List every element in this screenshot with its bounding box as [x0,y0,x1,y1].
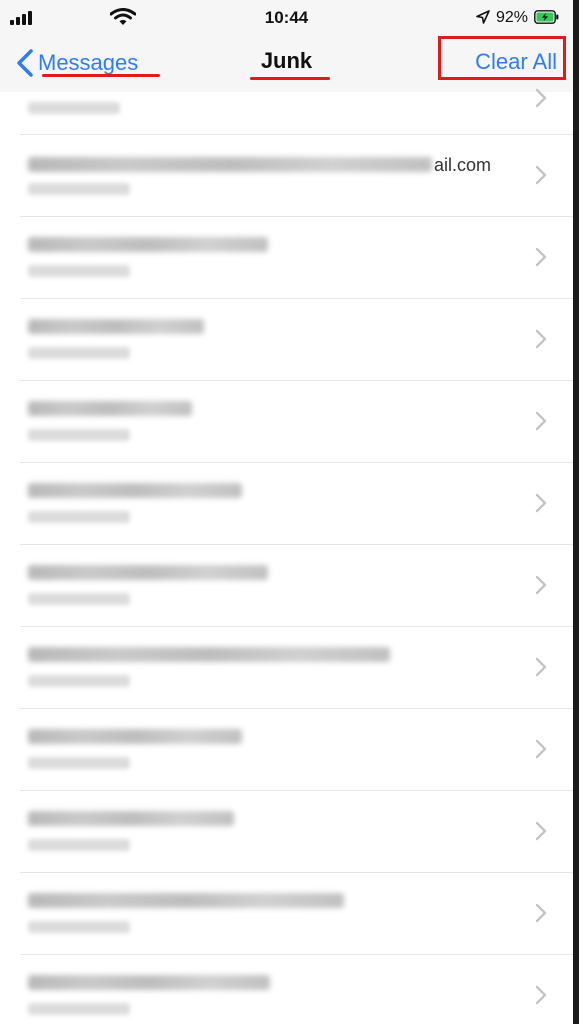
redacted-sender-detail [28,347,130,359]
redacted-sender [28,811,234,826]
redacted-sender-detail [28,102,120,114]
chevron-right-icon [535,657,547,677]
chevron-right-icon [535,493,547,513]
list-item[interactable] [20,791,573,873]
list-item[interactable] [20,381,573,463]
redacted-sender-detail [28,1003,130,1015]
redacted-sender-detail [28,593,130,605]
redacted-sender-detail [28,511,130,523]
redacted-sender [28,157,432,172]
redacted-sender [28,893,344,908]
redacted-sender [28,237,268,252]
chevron-right-icon [535,247,547,267]
chevron-right-icon [535,411,547,431]
redacted-sender-detail [28,183,130,195]
redacted-sender-detail [28,921,130,933]
redacted-sender-detail [28,675,130,687]
chevron-right-icon [535,329,547,349]
redacted-sender [28,401,192,416]
redacted-sender-detail [28,429,130,441]
redacted-sender-detail [28,265,130,277]
chevron-right-icon [535,985,547,1005]
battery-percent: 92% [496,9,529,26]
redacted-sender-detail [28,757,130,769]
redacted-sender [28,975,270,990]
annotation-underline-messages [42,74,160,77]
redacted-sender [28,483,242,498]
annotation-box-clear-all [438,36,566,80]
status-bar: 10:44 92% [0,0,573,34]
sender-visible-fragment: ail.com [434,155,492,175]
list-item[interactable] [20,709,573,791]
redacted-sender [28,319,204,334]
list-item[interactable] [20,463,573,545]
list-item[interactable] [20,955,573,1024]
list-item[interactable]: ail.com [20,135,573,217]
screenshot-border [573,0,579,1024]
redacted-sender [28,729,242,744]
chevron-right-icon [535,575,547,595]
redacted-sender [28,565,268,580]
list-item[interactable] [20,627,573,709]
chevron-right-icon [535,739,547,759]
list-item[interactable] [20,299,573,381]
list-item[interactable] [20,217,573,299]
list-item[interactable] [20,873,573,955]
chevron-right-icon [535,821,547,841]
chevron-right-icon [535,903,547,923]
phone-screen: 10:44 92% Messages Junk Clear All ail.co… [0,0,573,1024]
location-arrow-icon [476,10,490,24]
list-item[interactable] [20,88,573,135]
chevron-right-icon [535,165,547,185]
battery-charging-icon [534,10,559,24]
redacted-sender [28,647,390,662]
junk-message-list: ail.com [0,88,573,1024]
annotation-underline-junk [250,77,330,80]
list-item[interactable] [20,545,573,627]
redacted-sender-detail [28,839,130,851]
chevron-right-icon [535,88,547,108]
